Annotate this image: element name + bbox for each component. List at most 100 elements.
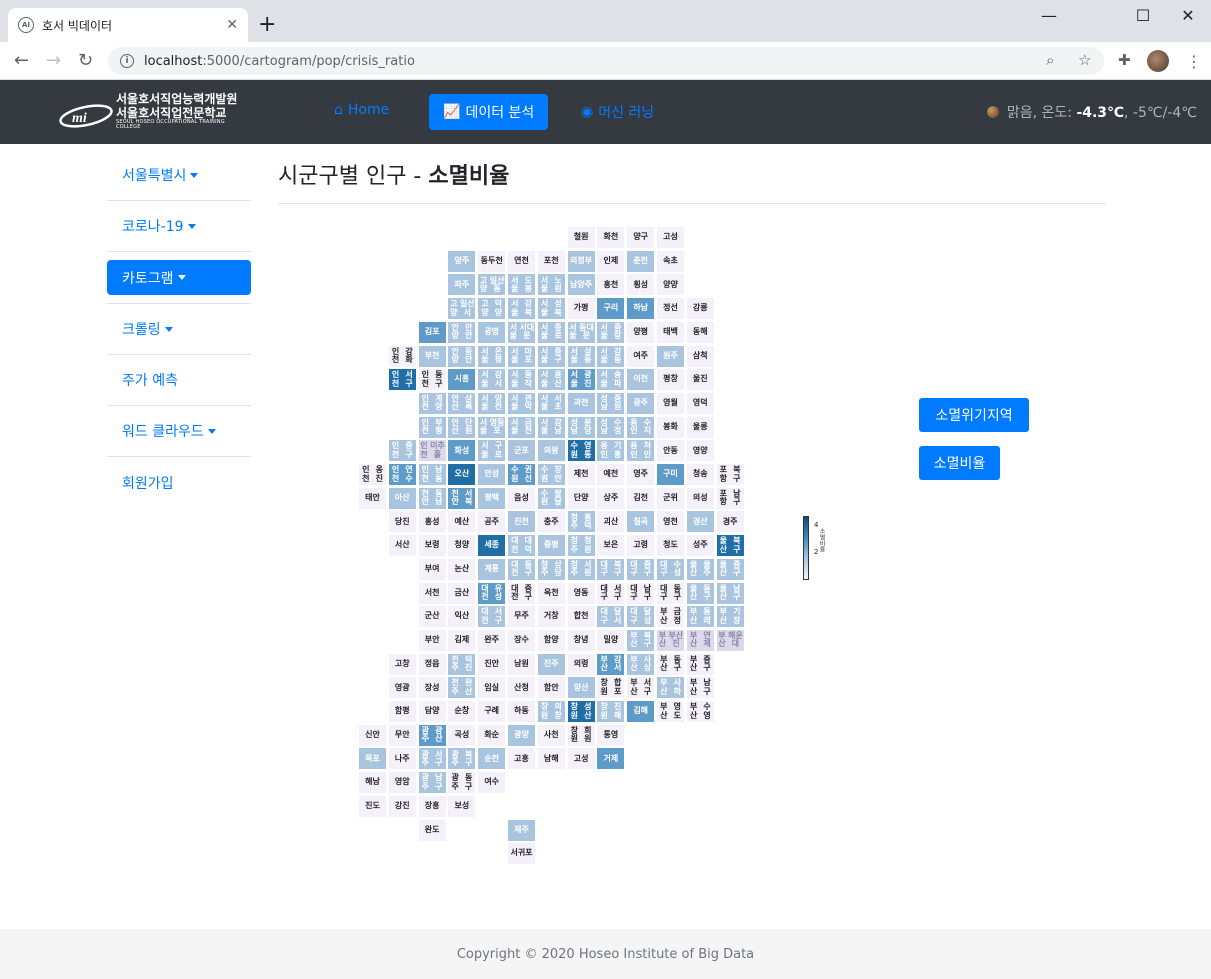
cartogram-cell[interactable]: 부안 [417, 628, 447, 652]
cartogram-cell[interactable]: 예천 [596, 463, 626, 486]
cartogram-cell[interactable]: 대전 중구 [507, 581, 536, 605]
cartogram-cell[interactable]: 용인 처인 [626, 439, 656, 463]
cartogram-cell[interactable]: 인천 동구 [417, 368, 447, 392]
cartogram-cell[interactable]: 거제 [596, 747, 626, 771]
cartogram-cell[interactable]: 서울 서초 [536, 391, 566, 415]
cartogram-cell[interactable]: 남해 [536, 747, 566, 771]
sidebar-item-signup[interactable]: 회원가입 [107, 457, 251, 508]
cartogram-cell[interactable]: 부산 해운대 [715, 628, 745, 652]
tab-close-icon[interactable]: ✕ [226, 17, 238, 33]
site-info-icon[interactable]: i [120, 54, 134, 68]
cartogram-cell[interactable]: 화천 [596, 226, 626, 249]
cartogram-cell[interactable]: 정선 [656, 297, 685, 321]
cartogram-cell[interactable]: 당진 [387, 510, 417, 534]
cartogram-cell[interactable]: 부산 기장 [715, 605, 745, 629]
cartogram-cell[interactable]: 창원 진해 [596, 700, 626, 723]
cartogram-cell[interactable]: 군산 [417, 605, 447, 629]
browser-menu-icon[interactable]: ⋮ [1186, 52, 1202, 71]
cartogram-cell[interactable]: 서울 강북 [507, 297, 536, 321]
cartogram-cell[interactable]: 영천 [656, 510, 685, 534]
cartogram-cell[interactable]: 영동 [566, 581, 596, 605]
cartogram-cell[interactable]: 칠곡 [626, 510, 656, 534]
cartogram-cell[interactable]: 익산 [447, 605, 477, 629]
cartogram-cell[interactable]: 용인 기흥 [596, 439, 626, 463]
cartogram-cell[interactable]: 인천 강화 [387, 344, 417, 368]
cartogram-cell[interactable]: 여수 [477, 771, 507, 795]
cartogram-cell[interactable]: 서울 송파 [596, 368, 626, 392]
cartogram-cell[interactable]: 광양 [507, 723, 536, 747]
cartogram-cell[interactable]: 서울 동대문 [566, 320, 596, 344]
cartogram-cell[interactable]: 평창 [656, 368, 685, 392]
cartogram-cell[interactable]: 대전 동구 [507, 557, 536, 581]
cartogram-cell[interactable]: 영주 [626, 463, 656, 486]
cartogram-cell[interactable]: 부천 [417, 344, 447, 368]
cartogram-cell[interactable]: 성주 [685, 534, 715, 558]
cartogram-cell[interactable]: 부산 수영 [685, 700, 715, 723]
crisis-area-button[interactable]: 소멸위기지역 [919, 398, 1029, 432]
cartogram-cell[interactable]: 대전 서구 [477, 605, 507, 629]
cartogram-cell[interactable]: 안성 [477, 463, 507, 486]
cartogram-cell[interactable]: 창원 의창 [536, 700, 566, 723]
bookmark-star-icon[interactable]: ☆ [1078, 51, 1091, 69]
cartogram-cell[interactable]: 경산 [685, 510, 715, 534]
cartogram-cell[interactable]: 과천 [566, 391, 596, 415]
cartogram-cell[interactable]: 대구 달성 [626, 605, 656, 629]
cartogram-cell[interactable]: 시흥 [447, 368, 477, 392]
cartogram-cell[interactable]: 대구 북구 [596, 557, 626, 581]
cartogram-cell[interactable]: 예산 [447, 510, 477, 534]
cartogram-cell[interactable]: 화성 [447, 439, 477, 463]
cartogram-cell[interactable]: 영양 [685, 439, 715, 463]
cartogram-cell[interactable]: 광명 [477, 320, 507, 344]
cartogram-cell[interactable]: 구리 [596, 297, 626, 321]
cartogram-cell[interactable]: 대구 남구 [626, 581, 656, 605]
cartogram-cell[interactable]: 고성 [566, 747, 596, 771]
cartogram-cell[interactable]: 옥천 [536, 581, 566, 605]
cartogram-cell[interactable]: 동해 [685, 320, 715, 344]
cartogram-cell[interactable]: 곡성 [447, 723, 477, 747]
cartogram-cell[interactable]: 여주 [626, 344, 656, 368]
cartogram-cell[interactable]: 통영 [596, 723, 626, 747]
cartogram-cell[interactable]: 창녕 [566, 628, 596, 652]
cartogram-cell[interactable]: 포천 [536, 249, 566, 273]
cartogram-cell[interactable]: 부산 금정 [656, 605, 685, 629]
cartogram-cell[interactable]: 김제 [447, 628, 477, 652]
cartogram-cell[interactable]: 장수 [507, 628, 536, 652]
cartogram-cell[interactable]: 서귀포 [507, 842, 536, 866]
cartogram-cell[interactable]: 수원 영통 [566, 439, 596, 463]
cartogram-cell[interactable]: 사천 [536, 723, 566, 747]
cartogram-cell[interactable]: 고양 일산서 [447, 297, 477, 321]
cartogram-cell[interactable]: 순창 [447, 700, 477, 723]
cartogram-cell[interactable]: 청도 [656, 534, 685, 558]
cartogram-cell[interactable]: 포항 남구 [715, 486, 745, 510]
cartogram-cell[interactable]: 강릉 [685, 297, 715, 321]
cartogram-cell[interactable]: 성남 분당 [566, 415, 596, 439]
cartogram-cell[interactable]: 군위 [656, 486, 685, 510]
cartogram-cell[interactable]: 정읍 [417, 652, 447, 676]
cartogram-cell[interactable]: 함평 [387, 700, 417, 723]
cartogram-cell[interactable]: 연천 [507, 249, 536, 273]
cartogram-cell[interactable]: 의왕 [536, 439, 566, 463]
cartogram-cell[interactable]: 대구 서구 [596, 581, 626, 605]
cartogram-cell[interactable]: 대구 중구 [626, 557, 656, 581]
cartogram-cell[interactable]: 울산 동구 [685, 581, 715, 605]
cartogram-cell[interactable]: 합천 [566, 605, 596, 629]
cartogram-cell[interactable]: 인천 부평 [417, 415, 447, 439]
cartogram-cell[interactable]: 광주 남구 [417, 771, 447, 795]
cartogram-cell[interactable]: 서울 성북 [536, 297, 566, 321]
cartogram-cell[interactable]: 대구 수성 [656, 557, 685, 581]
cartogram-cell[interactable]: 부산 북구 [626, 628, 656, 652]
cartogram-cell[interactable]: 순천 [477, 747, 507, 771]
cartogram-cell[interactable]: 대구 달서 [596, 605, 626, 629]
cartogram-cell[interactable]: 임실 [477, 676, 507, 700]
cartogram-cell[interactable]: 천안 서북 [447, 486, 477, 510]
cartogram-cell[interactable]: 부산 동래 [685, 605, 715, 629]
cartogram-cell[interactable]: 서울 영등포 [477, 415, 507, 439]
cartogram-cell[interactable]: 서울 도봉 [507, 273, 536, 297]
cartogram-cell[interactable]: 수원 권선 [507, 463, 536, 486]
cartogram-cell[interactable]: 담양 [417, 700, 447, 723]
cartogram-cell[interactable]: 함안 [536, 676, 566, 700]
cartogram-cell[interactable]: 계룡 [477, 557, 507, 581]
cartogram-cell[interactable]: 울산 울주 [685, 557, 715, 581]
cartogram-cell[interactable]: 청주 흥덕 [566, 510, 596, 534]
cartogram-cell[interactable]: 진주 [536, 652, 566, 676]
